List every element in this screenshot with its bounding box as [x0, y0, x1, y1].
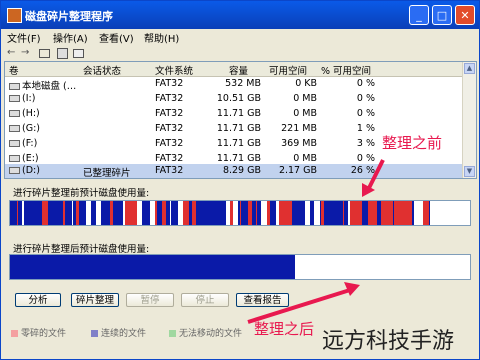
annotation-arrows — [247, 159, 385, 324]
after-arrowhead — [344, 282, 360, 296]
annotation-after: 整理之后 — [254, 320, 315, 338]
watermark: 远方科技手游 — [322, 329, 455, 354]
annotation-before: 整理之前 — [382, 134, 443, 152]
